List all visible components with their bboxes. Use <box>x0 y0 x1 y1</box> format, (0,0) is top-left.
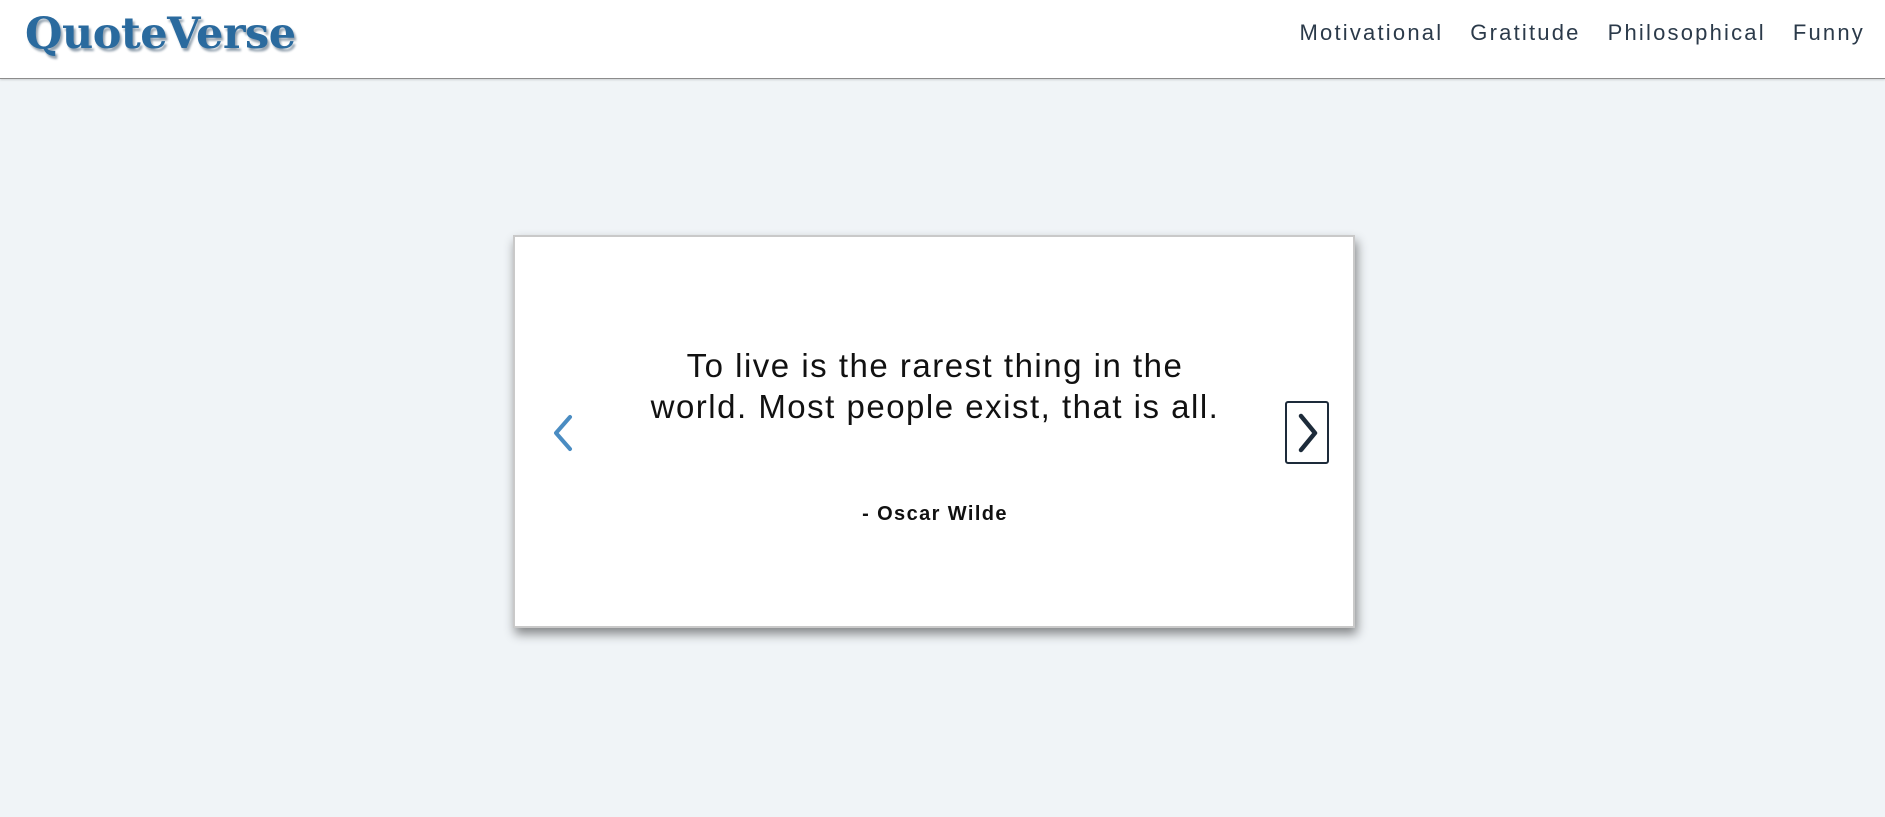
quote-card: To live is the rarest thing in the world… <box>513 235 1355 628</box>
previous-quote-button[interactable] <box>547 411 579 455</box>
nav-link-motivational[interactable]: Motivational <box>1300 18 1444 48</box>
quote-text: To live is the rarest thing in the world… <box>650 347 1220 425</box>
site-logo[interactable]: QuoteVerse <box>25 8 296 60</box>
quote-author: - Oscar Wilde <box>862 503 1008 525</box>
main-nav: Motivational Gratitude Philosophical Fun… <box>1300 18 1866 48</box>
site-header: QuoteVerse Motivational Gratitude Philos… <box>0 0 1885 79</box>
nav-link-funny[interactable]: Funny <box>1793 18 1865 48</box>
next-quote-button[interactable] <box>1285 401 1329 464</box>
chevron-left-icon <box>554 415 572 451</box>
chevron-right-icon <box>1298 413 1318 452</box>
nav-link-gratitude[interactable]: Gratitude <box>1470 18 1580 48</box>
nav-link-philosophical[interactable]: Philosophical <box>1608 18 1766 48</box>
